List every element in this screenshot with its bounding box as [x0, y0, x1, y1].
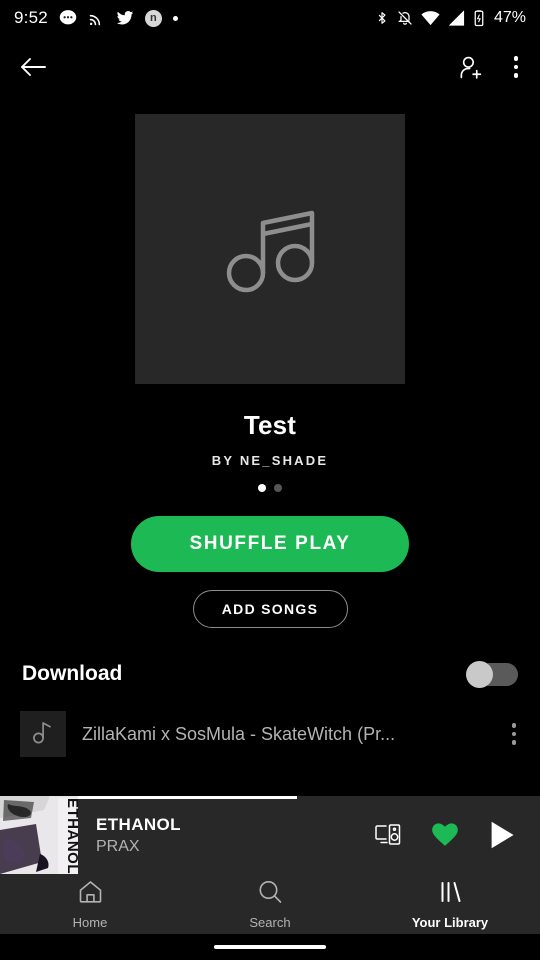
nav-item-search[interactable]: Search: [180, 879, 360, 930]
track-thumbnail: [20, 711, 66, 757]
notifications-muted-icon: [397, 10, 413, 26]
shuffle-play-container: SHUFFLE PLAY: [0, 516, 540, 572]
music-note-icon: [210, 187, 330, 312]
cellular-signal-icon: [448, 10, 465, 26]
table-row[interactable]: ZillaKami x SosMula - SkateWitch (Pr...: [0, 706, 540, 762]
nav-label-your-library: Your Library: [411, 914, 489, 930]
nav-label-search: Search: [249, 914, 291, 930]
dot-indicator-icon: [172, 15, 178, 21]
page-indicator: [0, 484, 540, 492]
shuffle-play-button[interactable]: SHUFFLE PLAY: [131, 516, 409, 572]
battery-percent-label: 47%: [493, 9, 526, 26]
download-label: Download: [22, 662, 123, 685]
spotify-playlist-screen: 9:52 n 47% Test BY NE_SHADE SHUFFLE PLAY…: [0, 0, 540, 960]
playlist-title: Test: [243, 410, 297, 440]
now-playing-track-title: ETHANOL: [96, 814, 181, 834]
status-bar-right: 47%: [375, 9, 526, 27]
track-list: ZillaKami x SosMula - SkateWitch (Pr...: [0, 706, 540, 762]
wifi-icon: [421, 10, 440, 26]
messages-icon: [59, 9, 77, 27]
bottom-navigation: Home Search Your Library: [0, 874, 540, 934]
now-playing-bar[interactable]: ETHANOL ETHANOL PRAX: [0, 796, 540, 874]
bluetooth-icon: [375, 10, 389, 26]
search-icon: [257, 879, 284, 910]
nav-label-home: Home: [72, 914, 108, 930]
music-note-icon: [31, 719, 55, 750]
back-button[interactable]: [18, 55, 48, 79]
connect-devices-icon[interactable]: [374, 822, 402, 848]
library-icon: [437, 879, 464, 910]
now-playing-actions: [350, 820, 540, 850]
status-bar-left: 9:52 n: [14, 8, 375, 28]
now-playing-artist: PRAX: [96, 837, 140, 855]
nav-item-home[interactable]: Home: [0, 879, 180, 930]
overflow-menu-icon[interactable]: [510, 52, 523, 82]
playlist-owner: BY NE_SHADE: [211, 453, 329, 468]
add-people-icon[interactable]: [457, 54, 484, 81]
playlist-cover-art: [135, 114, 405, 384]
page-dot-1[interactable]: [258, 484, 266, 492]
download-toggle[interactable]: [466, 660, 518, 688]
gesture-bar-area: [0, 934, 540, 960]
now-playing-album-art: ETHANOL: [0, 796, 78, 874]
nav-item-your-library[interactable]: Your Library: [360, 879, 540, 930]
track-overflow-icon[interactable]: [508, 719, 521, 749]
download-row: Download: [0, 656, 540, 692]
svg-text:ETHANOL: ETHANOL: [64, 798, 78, 874]
status-bar-clock: 9:52: [14, 8, 48, 27]
n-app-icon: n: [144, 9, 162, 27]
gesture-bar[interactable]: [214, 945, 326, 949]
app-bar: [0, 36, 540, 98]
track-title: ZillaKami x SosMula - SkateWitch (Pr...: [82, 723, 396, 744]
home-icon: [77, 879, 104, 910]
add-songs-button[interactable]: ADD SONGS: [192, 590, 348, 628]
add-songs-container: ADD SONGS: [0, 590, 540, 628]
twitter-icon: [116, 9, 134, 27]
like-heart-icon[interactable]: [430, 821, 460, 849]
download-toggle-knob: [466, 661, 493, 688]
battery-charging-icon: [473, 9, 485, 27]
page-dot-2[interactable]: [274, 484, 282, 492]
status-bar: 9:52 n 47%: [0, 0, 540, 36]
play-button[interactable]: [488, 820, 516, 850]
cast-icon: [88, 10, 105, 27]
app-bar-actions: [457, 52, 523, 82]
now-playing-meta: ETHANOL PRAX: [78, 815, 350, 856]
